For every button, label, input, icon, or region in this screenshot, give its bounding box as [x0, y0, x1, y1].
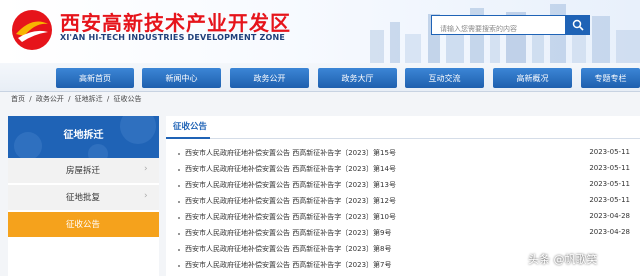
bullet-icon [178, 217, 180, 219]
main-nav: 高新首页 新闻中心 政务公开 政务大厅 互动交流 高新概况 专题专栏 [0, 63, 640, 92]
site-subtitle: XI'AN HI-TECH INDUSTRIES DEVELOPMENT ZON… [60, 33, 286, 42]
breadcrumb-separator: / [29, 95, 32, 103]
article-date: 2023-05-11 [589, 180, 630, 188]
article-title[interactable]: 西安市人民政府征地补偿安置公告 西高新征补告字〔2023〕第7号 [185, 260, 392, 270]
breadcrumb-gov-affairs[interactable]: 政务公开 [36, 95, 64, 103]
article-date: 2023-05-11 [589, 164, 630, 172]
article-title[interactable]: 西安市人民政府征地补偿安置公告 西高新征补告字〔2023〕第15号 [185, 148, 396, 158]
bullet-icon [178, 233, 180, 235]
search-box [431, 15, 566, 38]
site-title: 西安高新技术产业开发区 [60, 11, 291, 35]
sidebar-item-house-demolition[interactable]: 房屋拆迁 › [8, 158, 159, 184]
bullet-icon [178, 201, 180, 203]
search-icon [572, 19, 584, 31]
search-button[interactable] [566, 15, 590, 35]
bullet-icon [178, 249, 180, 251]
bullet-icon [178, 153, 180, 155]
sidebar-header: 征地拆迁 [8, 116, 159, 158]
search-input[interactable] [432, 20, 565, 38]
chevron-right-icon: › [144, 164, 148, 174]
breadcrumb-separator: / [68, 95, 71, 103]
nav-item-gov-affairs[interactable]: 政务公开 [230, 68, 309, 88]
sidebar-title: 征地拆迁 [63, 130, 104, 141]
divider [166, 138, 640, 139]
article-item[interactable]: 西安市人民政府征地补偿安置公告 西高新征补告字〔2023〕第9号 2023-04… [166, 226, 640, 242]
article-item[interactable]: 西安市人民政府征地补偿安置公告 西高新征补告字〔2023〕第13号 2023-0… [166, 178, 640, 194]
breadcrumb-land-requisition[interactable]: 征地拆迁 [75, 95, 103, 103]
nav-item-interaction[interactable]: 互动交流 [405, 68, 484, 88]
sidebar-item-label: 房屋拆迁 [66, 166, 101, 176]
article-title[interactable]: 西安市人民政府征地补偿安置公告 西高新征补告字〔2023〕第8号 [185, 244, 392, 254]
nav-item-home[interactable]: 高新首页 [56, 68, 134, 88]
sidebar-item-land-approval[interactable]: 征地批复 › [8, 185, 159, 211]
nav-item-service-hall[interactable]: 政务大厅 [318, 68, 397, 88]
site-header: 西安高新技术产业开发区 XI'AN HI-TECH INDUSTRIES DEV… [0, 0, 640, 63]
sidebar-item-label: 征地批复 [66, 193, 101, 203]
article-title[interactable]: 西安市人民政府征地补偿安置公告 西高新征补告字〔2023〕第9号 [185, 228, 392, 238]
article-title[interactable]: 西安市人民政府征地补偿安置公告 西高新征补告字〔2023〕第10号 [185, 212, 396, 222]
article-item[interactable]: 西安市人民政府征地补偿安置公告 西高新征补告字〔2023〕第12号 2023-0… [166, 194, 640, 210]
xian-hitech-logo [12, 10, 52, 50]
bullet-icon [178, 265, 180, 267]
content-tab-title[interactable]: 征收公告 [173, 120, 207, 132]
article-date: 2023-04-28 [589, 212, 630, 220]
breadcrumb: 首页 / 政务公开 / 征地拆迁 / 征收公告 [11, 94, 143, 104]
bullet-icon [178, 185, 180, 187]
article-date: 2023-04-28 [589, 228, 630, 236]
sidebar-item-requisition-notice[interactable]: 征收公告 [8, 212, 159, 238]
nav-item-overview[interactable]: 高新概况 [493, 68, 572, 88]
article-title[interactable]: 西安市人民政府征地补偿安置公告 西高新征补告字〔2023〕第14号 [185, 164, 396, 174]
chevron-right-icon: › [144, 191, 148, 201]
tab-underline [166, 137, 210, 139]
article-date: 2023-05-11 [589, 148, 630, 156]
nav-item-special[interactable]: 专题专栏 [581, 68, 640, 88]
watermark: 头条 @帆歌笑 [528, 253, 598, 266]
article-title[interactable]: 西安市人民政府征地补偿安置公告 西高新征补告字〔2023〕第12号 [185, 196, 396, 206]
nav-item-news[interactable]: 新闻中心 [142, 68, 221, 88]
breadcrumb-home[interactable]: 首页 [11, 95, 25, 103]
article-item[interactable]: 西安市人民政府征地补偿安置公告 西高新征补告字〔2023〕第14号 2023-0… [166, 162, 640, 178]
breadcrumb-current: 征收公告 [113, 95, 142, 103]
sidebar-item-label: 征收公告 [66, 220, 101, 230]
article-title[interactable]: 西安市人民政府征地补偿安置公告 西高新征补告字〔2023〕第13号 [185, 180, 396, 190]
article-item[interactable]: 西安市人民政府征地补偿安置公告 西高新征补告字〔2023〕第15号 2023-0… [166, 146, 640, 162]
bullet-icon [178, 169, 180, 171]
sidebar: 征地拆迁 房屋拆迁 › 征地批复 › 征收公告 [8, 116, 159, 276]
breadcrumb-separator: / [106, 95, 110, 103]
article-date: 2023-05-11 [589, 196, 630, 204]
article-item[interactable]: 西安市人民政府征地补偿安置公告 西高新征补告字〔2023〕第10号 2023-0… [166, 210, 640, 226]
